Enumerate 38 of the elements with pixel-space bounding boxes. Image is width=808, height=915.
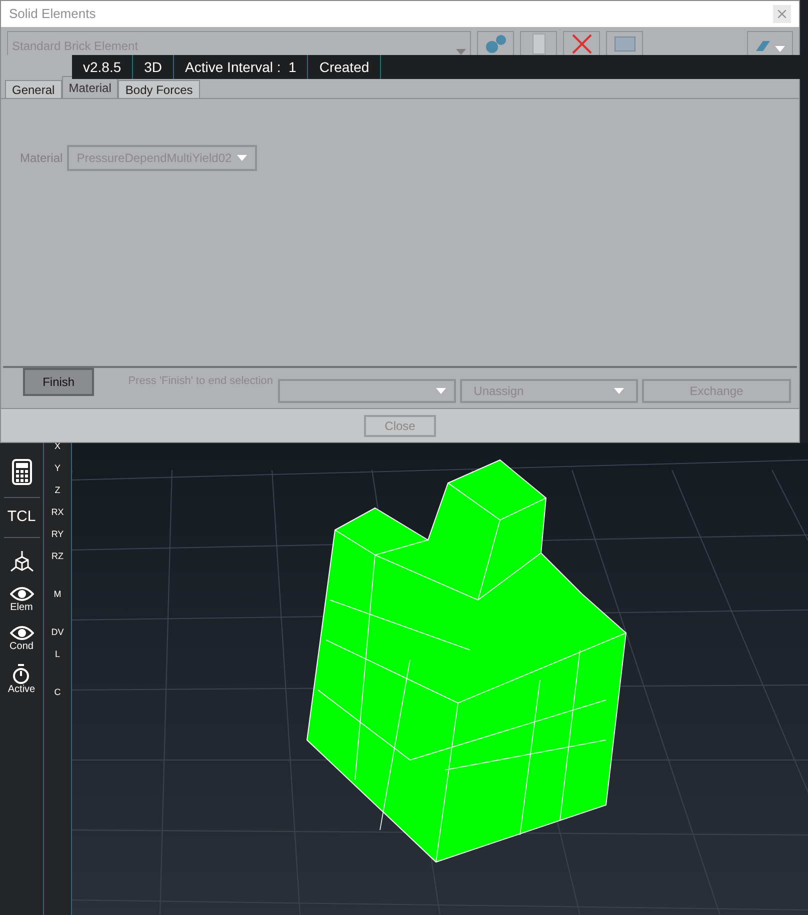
- caret-icon: [236, 155, 247, 161]
- caret-icon: [436, 388, 446, 394]
- finish-button[interactable]: Finish: [23, 368, 94, 396]
- caret-icon: [775, 46, 785, 52]
- caret-icon: [614, 388, 624, 394]
- status-item: Created: [308, 55, 382, 79]
- window-title: Solid Elements: [9, 5, 96, 24]
- stopwatch-icon: [12, 664, 30, 684]
- toolbar-button[interactable]: [606, 31, 643, 55]
- dropdown[interactable]: [278, 379, 456, 403]
- eye-icon: [10, 624, 34, 640]
- dof-toggle[interactable]: RX: [51, 506, 64, 518]
- dof-toggle[interactable]: C: [54, 686, 61, 698]
- axes-tool-button[interactable]: [8, 550, 34, 574]
- dof-toggle[interactable]: L: [54, 648, 60, 660]
- dof-toggle[interactable]: X: [54, 440, 60, 452]
- dof-toggle[interactable]: M: [54, 588, 62, 600]
- timer-tool-button[interactable]: Active: [8, 664, 36, 694]
- dof-toggle[interactable]: RY: [51, 528, 64, 540]
- status-item: Active Interval : 1: [174, 55, 308, 79]
- dof-toggle[interactable]: RZ: [52, 550, 64, 562]
- tcl-button[interactable]: TCL: [4, 497, 40, 538]
- cube-axes-icon: [8, 550, 34, 574]
- toolbar-button[interactable]: [520, 31, 557, 55]
- eye-icon: [10, 586, 34, 602]
- dof-toggle[interactable]: DV: [51, 626, 64, 638]
- close-icon[interactable]: [773, 5, 791, 23]
- tab[interactable]: Body Forces: [118, 80, 200, 98]
- eye-tool-button[interactable]: Elem: [10, 586, 34, 612]
- calculator-tool-button[interactable]: [12, 459, 32, 485]
- tab[interactable]: General: [5, 80, 62, 98]
- dof-toggle[interactable]: Z: [54, 484, 60, 496]
- calculator-icon: [12, 459, 32, 485]
- eye-tool-button[interactable]: Cond: [10, 624, 34, 652]
- x-mark-icon: [570, 33, 594, 55]
- status-item: v2.8.5: [72, 55, 134, 79]
- status-item: 3D: [133, 55, 174, 79]
- dof-toggle[interactable]: Y: [54, 462, 60, 474]
